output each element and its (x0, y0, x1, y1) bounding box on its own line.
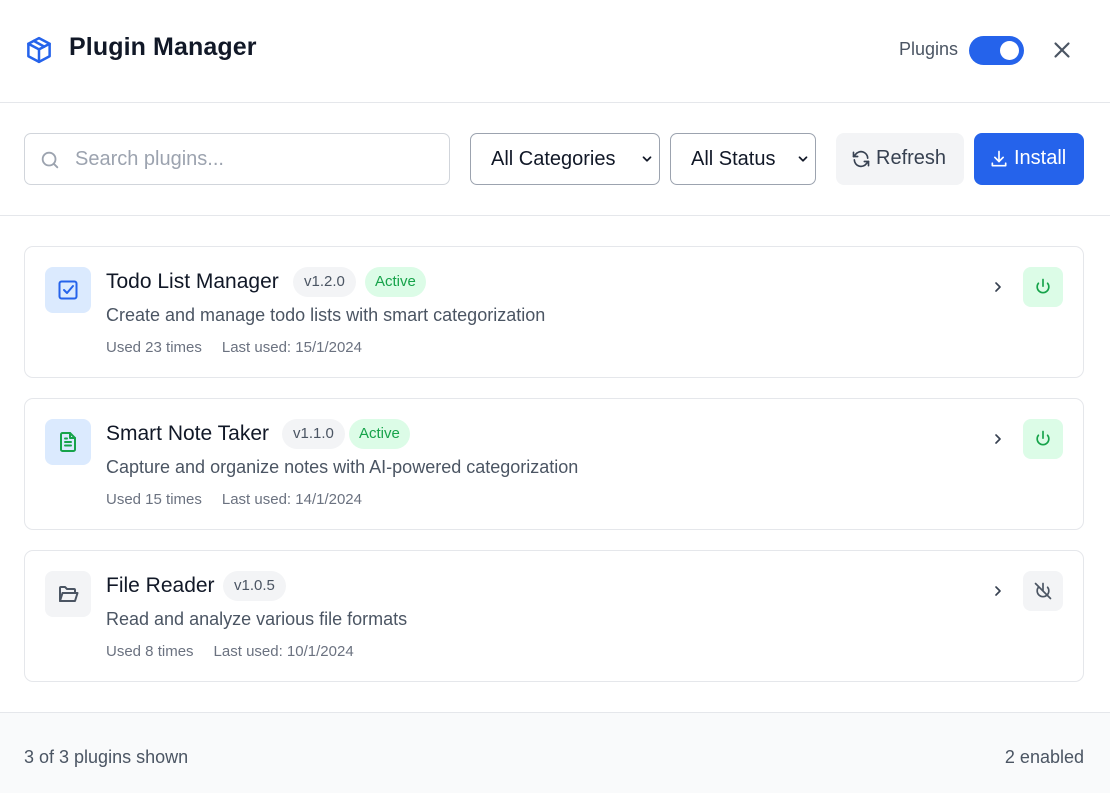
plugin-description: Read and analyze various file formats (106, 609, 408, 629)
power-off-button[interactable] (1023, 571, 1063, 611)
chevron-down-icon (798, 156, 808, 162)
search-icon (41, 151, 59, 169)
power-off-icon (1034, 582, 1052, 600)
plugin-icon-box (45, 419, 91, 465)
version-badge: v1.1.0 (282, 419, 345, 449)
checkbox-icon (58, 280, 78, 300)
toggle-knob (1000, 41, 1019, 60)
chevron-right-icon[interactable] (990, 431, 1006, 447)
category-select[interactable]: All Categories (470, 133, 660, 185)
version-badge: v1.2.0 (293, 267, 356, 297)
refresh-label: Refresh (876, 147, 947, 169)
status-badge: Active (365, 267, 426, 297)
chevron-right-icon[interactable] (990, 279, 1006, 295)
page-title: Plugin Manager (69, 33, 257, 61)
document-icon (60, 432, 76, 452)
plugins-shown-count: 3 of 3 plugins shown (24, 747, 189, 767)
plugin-name: File Reader (106, 574, 215, 597)
status-select[interactable]: All Status (670, 133, 816, 185)
usage-count: Used 23 times (106, 339, 202, 356)
last-used: Last used: 10/1/2024 (213, 643, 354, 660)
status-badge: Active (349, 419, 410, 449)
usage-count: Used 15 times (106, 491, 202, 508)
plugin-description: Capture and organize notes with AI-power… (106, 457, 579, 477)
folder-open-icon (59, 586, 79, 602)
plugin-icon-box (45, 571, 91, 617)
download-icon (991, 150, 1007, 167)
header: Plugin Manager Plugins (0, 0, 1110, 103)
plugin-card-todo-list-manager[interactable]: Todo List Manager v1.2.0 Active Create a… (24, 246, 1084, 378)
plugins-toggle[interactable] (969, 36, 1024, 65)
chevron-down-icon (642, 156, 652, 162)
plugin-name: Todo List Manager (106, 270, 279, 293)
last-used: Last used: 14/1/2024 (221, 491, 362, 508)
power-toggle-button[interactable] (1023, 419, 1063, 459)
toolbar: All Categories All Status Refresh Instal… (0, 103, 1110, 216)
category-select-value: All Categories (491, 148, 616, 170)
plugins-toggle-label: Plugins (899, 39, 959, 59)
usage-count: Used 8 times (106, 643, 194, 660)
search-box (24, 133, 450, 185)
package-icon (27, 36, 51, 64)
plugin-card-file-reader[interactable]: File Reader v1.0.5 Read and analyze vari… (24, 550, 1084, 682)
plugin-card-smart-note-taker[interactable]: Smart Note Taker v1.1.0 Active Capture a… (24, 398, 1084, 530)
footer: 3 of 3 plugins shown 2 enabled (0, 712, 1110, 793)
status-select-value: All Status (691, 148, 776, 170)
plugin-description: Create and manage todo lists with smart … (106, 305, 546, 325)
install-button[interactable]: Install (974, 133, 1084, 185)
plugin-manager-dialog: Plugin Manager Plugins All Categories Al… (0, 0, 1110, 793)
close-icon[interactable] (1049, 37, 1075, 63)
version-badge: v1.0.5 (223, 571, 286, 601)
plugin-meta: Used 8 times Last used: 10/1/2024 (106, 643, 354, 660)
plugin-icon-box (45, 267, 91, 313)
search-input[interactable] (75, 134, 441, 184)
plugin-name: Smart Note Taker (106, 422, 270, 445)
power-toggle-button[interactable] (1023, 267, 1063, 307)
plugin-meta: Used 23 times Last used: 15/1/2024 (106, 339, 362, 356)
chevron-right-icon[interactable] (990, 583, 1006, 599)
power-icon (1036, 430, 1050, 446)
refresh-icon (852, 150, 870, 168)
last-used: Last used: 15/1/2024 (221, 339, 362, 356)
plugin-meta: Used 15 times Last used: 14/1/2024 (106, 491, 362, 508)
install-label: Install (1014, 147, 1067, 169)
refresh-button[interactable]: Refresh (836, 133, 964, 185)
enabled-count: 2 enabled (1004, 747, 1084, 767)
power-icon (1036, 278, 1050, 294)
